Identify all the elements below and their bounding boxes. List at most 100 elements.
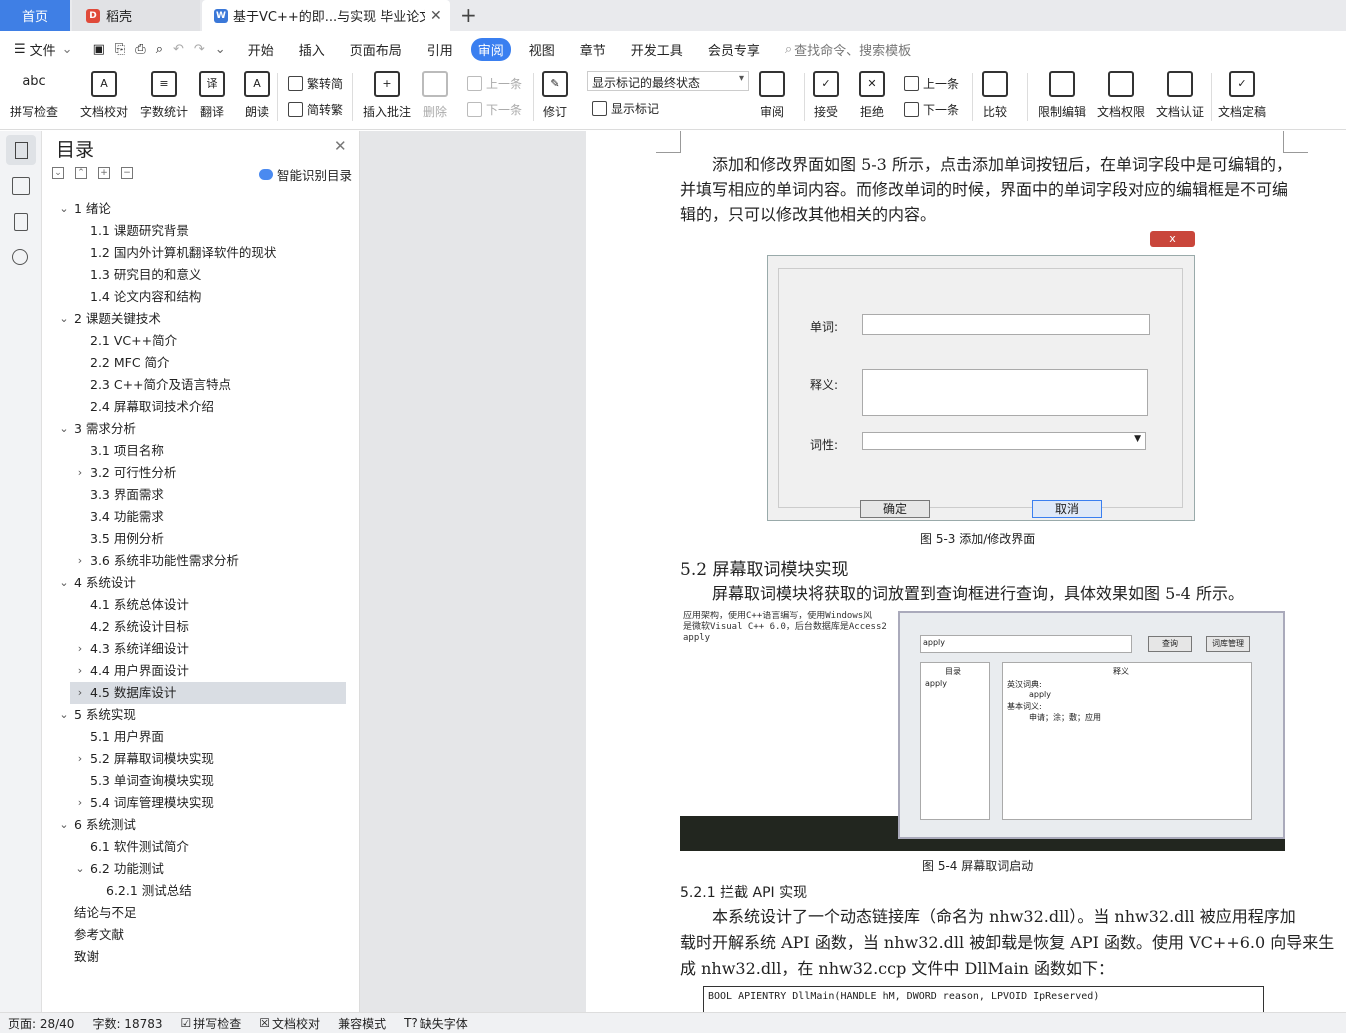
- compare-button[interactable]: 比较: [982, 71, 1008, 120]
- toc-item[interactable]: 3.1 项目名称: [44, 440, 360, 462]
- toc-icon[interactable]: [6, 135, 36, 165]
- toc-item[interactable]: ⌄ 5 系统实现: [44, 704, 360, 726]
- toc-item[interactable]: 6.2.1 测试总结: [44, 880, 360, 902]
- toc-item[interactable]: ⌄ 6.2 功能测试: [44, 858, 360, 880]
- command-search-input[interactable]: 查找命令、搜索模板: [794, 40, 911, 59]
- collapse-all-icon[interactable]: ⌄: [52, 167, 64, 179]
- remove-heading-icon[interactable]: −: [121, 167, 133, 179]
- reject-button[interactable]: ✕ 拒绝: [859, 71, 885, 120]
- toc-item[interactable]: ⌄ 6 系统测试: [44, 814, 360, 836]
- chevron-down-icon[interactable]: ⌄: [58, 704, 70, 726]
- expand-all-icon[interactable]: ⌃: [75, 167, 87, 179]
- word-count[interactable]: 字数: 18783: [92, 1015, 162, 1032]
- toc-item[interactable]: › 3.2 可行性分析: [44, 462, 360, 484]
- redo-icon[interactable]: ↷: [194, 42, 205, 57]
- insert-comment-button[interactable]: + 插入批注: [363, 71, 411, 120]
- toc-item[interactable]: 3.5 用例分析: [44, 528, 360, 550]
- menu-review[interactable]: 审阅: [470, 37, 511, 61]
- next-change-button[interactable]: 下一条: [904, 101, 959, 118]
- next-comment-button[interactable]: 下一条: [467, 101, 522, 118]
- new-tab-icon[interactable]: +: [460, 3, 477, 27]
- spell-check-button[interactable]: abc 拼写检查: [10, 71, 58, 120]
- tab-daoke[interactable]: D 稻壳: [72, 0, 200, 31]
- toc-item[interactable]: 1.3 研究目的和意义: [44, 264, 360, 286]
- menu-layout[interactable]: 页面布局: [350, 40, 402, 59]
- toc-item[interactable]: › 5.2 屏幕取词模块实现: [44, 748, 360, 770]
- menu-reference[interactable]: 引用: [427, 40, 453, 59]
- undo-icon[interactable]: ↶: [173, 42, 184, 57]
- menu-devtools[interactable]: 开发工具: [631, 40, 683, 59]
- show-markup-button[interactable]: 显示标记: [592, 100, 659, 117]
- toc-item[interactable]: 4.2 系统设计目标: [44, 616, 360, 638]
- toc-item[interactable]: 1.2 国内外计算机翻译软件的现状: [44, 242, 360, 264]
- chevron-down-icon[interactable]: ⌄: [58, 418, 70, 440]
- chevron-down-icon[interactable]: ⌄: [58, 814, 70, 836]
- chevron-down-icon[interactable]: ⌄: [58, 198, 70, 220]
- smart-toc-button[interactable]: 智能识别目录: [259, 165, 352, 184]
- toc-item[interactable]: 2.3 C++简介及语言特点: [44, 374, 360, 396]
- menu-start[interactable]: 开始: [248, 40, 274, 59]
- status-proofread[interactable]: 文档校对: [272, 1015, 320, 1032]
- review-pane-button[interactable]: 审阅: [759, 71, 785, 120]
- chevron-right-icon[interactable]: ›: [74, 550, 86, 572]
- track-changes-button[interactable]: ✎ 修订: [542, 71, 568, 120]
- save-icon[interactable]: ▣: [93, 42, 105, 57]
- print-preview-icon[interactable]: ⌕: [156, 42, 163, 57]
- toc-item[interactable]: 参考文献: [44, 924, 360, 946]
- restrict-editing-button[interactable]: 限制编辑: [1038, 71, 1086, 120]
- translate-button[interactable]: 译翻译: [199, 71, 225, 120]
- chevron-down-icon[interactable]: ⌄: [74, 858, 86, 880]
- toc-item[interactable]: 1.1 课题研究背景: [44, 220, 360, 242]
- proofread-button[interactable]: A 文档校对: [80, 71, 128, 120]
- chevron-right-icon[interactable]: ›: [74, 792, 86, 814]
- close-tab-icon[interactable]: ✕: [430, 8, 450, 24]
- trad-to-simp-button[interactable]: 繁转简: [288, 75, 343, 92]
- chevron-right-icon[interactable]: ›: [74, 660, 86, 682]
- simp-to-trad-button[interactable]: 简转繁: [288, 101, 343, 118]
- toc-item[interactable]: › 3.6 系统非功能性需求分析: [44, 550, 360, 572]
- toc-item[interactable]: 结论与不足: [44, 902, 360, 924]
- chevron-down-icon[interactable]: ⌄: [62, 42, 73, 57]
- chevron-right-icon[interactable]: ›: [74, 748, 86, 770]
- toc-item[interactable]: 2.2 MFC 简介: [44, 352, 360, 374]
- doc-certify-button[interactable]: 文档认证: [1156, 71, 1204, 120]
- toc-item[interactable]: 3.3 界面需求: [44, 484, 360, 506]
- toc-item[interactable]: 5.1 用户界面: [44, 726, 360, 748]
- add-heading-icon[interactable]: +: [98, 167, 110, 179]
- toc-item[interactable]: ⌄ 3 需求分析: [44, 418, 360, 440]
- read-aloud-button[interactable]: A 朗读: [244, 71, 270, 120]
- chevron-down-icon[interactable]: ⌄: [58, 308, 70, 330]
- menu-member[interactable]: 会员专享: [708, 40, 760, 59]
- chevron-down-icon[interactable]: ⌄: [58, 572, 70, 594]
- print-icon[interactable]: ⎙: [135, 42, 145, 57]
- tab-document[interactable]: W 基于VC++的即...与实现 毕业论文 ✕: [202, 0, 450, 31]
- outline-icon[interactable]: [12, 177, 30, 195]
- accept-button[interactable]: ✓ 接受: [813, 71, 839, 120]
- toc-item[interactable]: 2.4 屏幕取词技术介绍: [44, 396, 360, 418]
- search-icon[interactable]: [12, 249, 28, 265]
- toc-item[interactable]: 2.1 VC++简介: [44, 330, 360, 352]
- toc-item[interactable]: › 5.4 词库管理模块实现: [44, 792, 360, 814]
- toc-item[interactable]: ⌄ 1 绪论: [44, 198, 360, 220]
- tab-home[interactable]: 首页: [0, 0, 70, 31]
- doc-permission-button[interactable]: 文档权限: [1097, 71, 1145, 120]
- prev-comment-button[interactable]: 上一条: [467, 75, 522, 92]
- status-spell-check[interactable]: 拼写检查: [193, 1015, 241, 1032]
- close-icon[interactable]: ✕: [334, 137, 347, 155]
- menu-section[interactable]: 章节: [580, 40, 606, 59]
- export-icon[interactable]: ⎘: [115, 42, 125, 57]
- missing-fonts[interactable]: 缺失字体: [420, 1015, 468, 1032]
- chevron-right-icon[interactable]: ›: [74, 682, 86, 704]
- toc-item[interactable]: 6.1 软件测试简介: [44, 836, 360, 858]
- delete-comment-button[interactable]: 删除: [422, 71, 448, 120]
- bookmark-icon[interactable]: [14, 213, 28, 231]
- page-indicator[interactable]: 页面: 28/40: [8, 1015, 74, 1032]
- menu-insert[interactable]: 插入: [299, 40, 325, 59]
- menu-view[interactable]: 视图: [529, 40, 555, 59]
- more-icon[interactable]: ⌄: [215, 42, 226, 57]
- hamburger-icon[interactable]: ☰: [14, 42, 26, 57]
- menu-file[interactable]: 文件: [30, 40, 56, 59]
- toc-item[interactable]: › 4.5 数据库设计: [70, 682, 346, 704]
- chevron-right-icon[interactable]: ›: [74, 638, 86, 660]
- toc-item[interactable]: 5.3 单词查询模块实现: [44, 770, 360, 792]
